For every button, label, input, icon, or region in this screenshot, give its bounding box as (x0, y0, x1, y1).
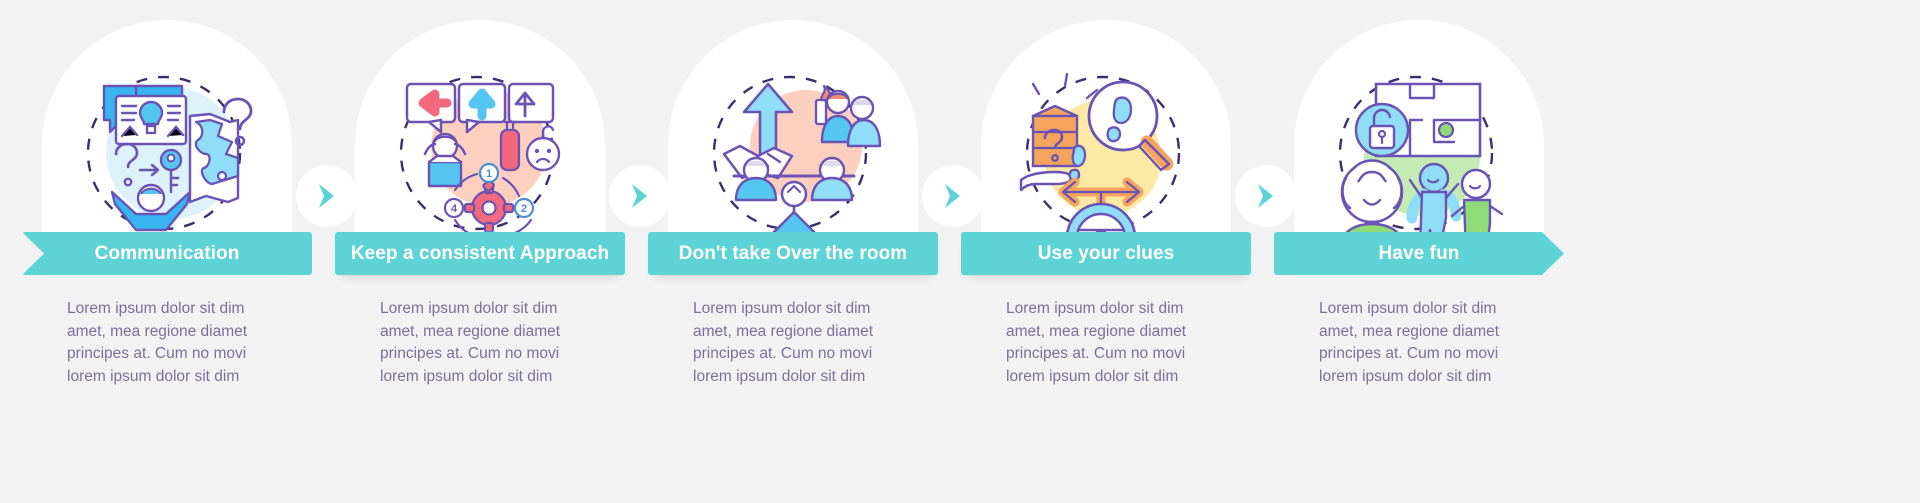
infographic-root: Communication Lorem ipsum dolor sit dim … (0, 0, 1920, 503)
step-description: Lorem ipsum dolor sit dim amet, mea regi… (1006, 300, 1187, 385)
step-description: Lorem ipsum dolor sit dim amet, mea regi… (1319, 300, 1500, 385)
step-description-wrapper: Lorem ipsum dolor sit dim amet, mea regi… (648, 298, 938, 388)
step-banner-use-your-clues[interactable]: Use your clues (961, 232, 1251, 275)
step-label: Don't take Over the room (678, 242, 908, 264)
have-fun-icon (1324, 58, 1514, 248)
step-banner-communication[interactable]: Communication (22, 232, 312, 275)
step-card-communication[interactable]: Communication Lorem ipsum dolor sit dim … (22, 20, 312, 490)
consistent-approach-icon: 1 2 3 4 (385, 58, 575, 248)
step-label: Have fun (1378, 242, 1460, 264)
teamwork-balance-icon (698, 58, 888, 248)
step-label: Keep a consistent Approach (350, 242, 610, 264)
step-banner-keep-a-consistent-approach[interactable]: Keep a consistent Approach (335, 232, 625, 275)
svg-text:1: 1 (486, 168, 492, 180)
step-card-use-your-clues[interactable]: Use your clues Lorem ipsum dolor sit dim… (961, 20, 1251, 490)
step-label: Use your clues (1037, 242, 1175, 264)
step-card-dont-take-over-the-room[interactable]: Don't take Over the room Lorem ipsum dol… (648, 20, 938, 490)
clues-magnifier-icon (1011, 58, 1201, 248)
svg-text:4: 4 (451, 203, 458, 215)
step-description-wrapper: Lorem ipsum dolor sit dim amet, mea regi… (961, 298, 1251, 388)
communication-icon (72, 58, 262, 248)
step-banner-dont-take-over-the-room[interactable]: Don't take Over the room (648, 232, 938, 275)
step-description-wrapper: Lorem ipsum dolor sit dim amet, mea regi… (22, 298, 312, 388)
step-card-have-fun[interactable]: Have fun Lorem ipsum dolor sit dim amet,… (1274, 20, 1564, 490)
svg-text:2: 2 (521, 203, 527, 215)
step-description-wrapper: Lorem ipsum dolor sit dim amet, mea regi… (335, 298, 625, 388)
step-description-wrapper: Lorem ipsum dolor sit dim amet, mea regi… (1274, 298, 1564, 388)
step-label: Communication (94, 242, 240, 264)
step-description: Lorem ipsum dolor sit dim amet, mea regi… (693, 300, 874, 385)
step-description: Lorem ipsum dolor sit dim amet, mea regi… (380, 300, 561, 385)
step-description: Lorem ipsum dolor sit dim amet, mea regi… (67, 300, 248, 385)
step-card-keep-a-consistent-approach[interactable]: 1 2 3 4 Keep a consistent Approach Lorem… (335, 20, 625, 490)
step-banner-have-fun[interactable]: Have fun (1274, 232, 1564, 275)
